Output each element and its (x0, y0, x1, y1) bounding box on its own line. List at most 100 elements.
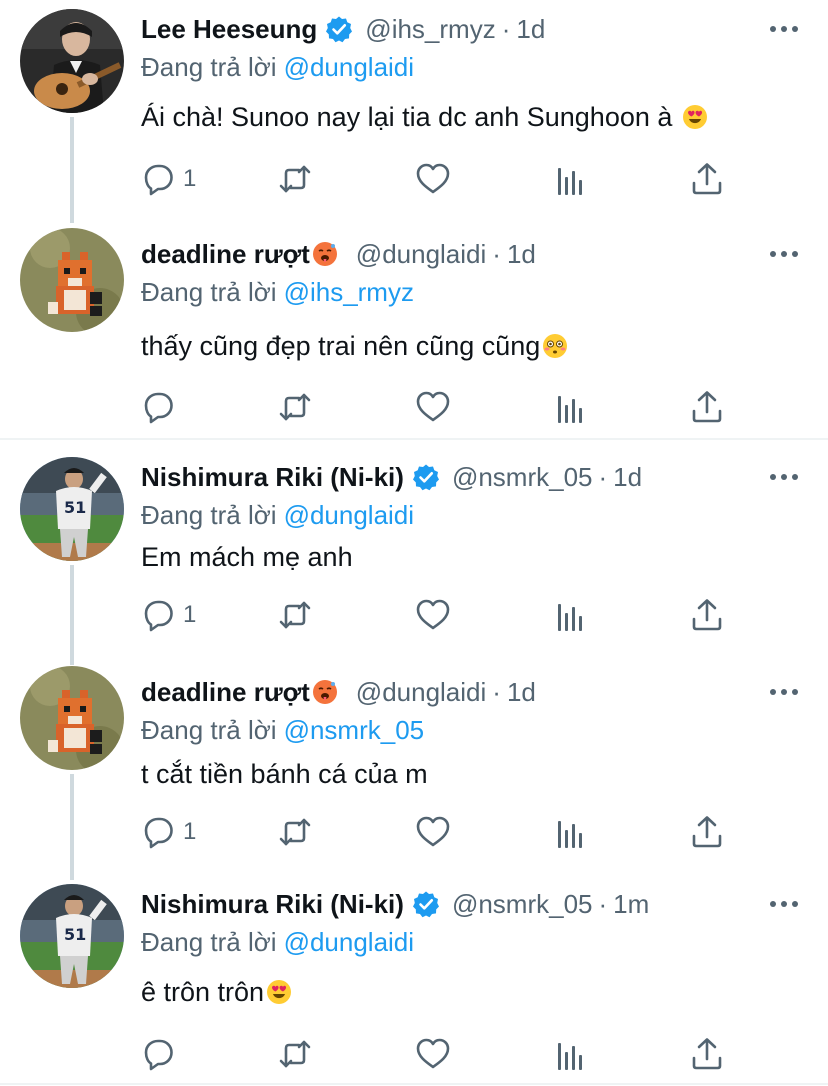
mention-link[interactable]: @dunglaidi (284, 500, 414, 531)
mention-link[interactable]: @dunglaidi (284, 52, 414, 83)
like-button[interactable] (415, 812, 451, 852)
share-button[interactable] (689, 159, 725, 199)
tweet[interactable]: Nishimura Riki (Ni-ki) @nsmrk_05 · 1d Đa… (0, 457, 828, 667)
tweet-actions (0, 387, 828, 427)
replying-label: Đang trả lời (141, 499, 277, 530)
reply-button[interactable] (141, 1034, 183, 1074)
verified-badge-icon (411, 890, 440, 918)
tweet[interactable]: Lee Heeseung @ihs_rmyz · 1d Đang trả lời… (0, 9, 828, 224)
tweet-body: thấy cũng đẹp trai nên cũng cũng (141, 330, 541, 361)
mention-link[interactable]: @dunglaidi (284, 927, 414, 958)
reply-button[interactable] (141, 387, 183, 427)
analytics-button[interactable] (554, 812, 590, 852)
avatar[interactable] (20, 666, 124, 770)
user-handle[interactable]: @nsmrk_05 (452, 462, 593, 493)
mention-link[interactable]: @ihs_rmyz (284, 277, 414, 308)
tweet-actions (0, 1034, 828, 1074)
bar-chart-icon (558, 821, 582, 848)
analytics-button[interactable] (554, 1034, 590, 1074)
heart-icon (416, 816, 450, 847)
timestamp[interactable]: 1m (613, 889, 649, 920)
retweet-button[interactable] (277, 387, 313, 427)
verified-badge-icon (325, 15, 354, 43)
bar-chart-icon (558, 396, 582, 423)
avatar[interactable] (20, 228, 124, 332)
tweet-body: t cắt tiền bánh cá của m (141, 758, 428, 789)
more-options-icon[interactable] (770, 680, 798, 704)
tweet[interactable]: deadline rượt @dunglaidi · 1d Đang trả l… (0, 228, 828, 439)
retweet-button[interactable] (277, 595, 313, 635)
display-name[interactable]: deadline rượt (141, 677, 310, 708)
timestamp[interactable]: 1d (507, 677, 536, 708)
avatar[interactable] (20, 9, 124, 113)
mention-link[interactable]: @nsmrk_05 (284, 715, 425, 746)
reply-icon (144, 600, 173, 632)
user-handle[interactable]: @nsmrk_05 (452, 889, 593, 920)
tweet-text: Ái chà! Sunoo nay lại tia dc anh Sunghoo… (141, 97, 708, 137)
share-icon (692, 391, 722, 423)
replying-label: Đang trả lời (141, 714, 277, 745)
timestamp[interactable]: 1d (613, 462, 642, 493)
bar-chart-icon (558, 168, 582, 195)
user-handle[interactable]: @ihs_rmyz (365, 14, 495, 45)
more-options-icon[interactable] (770, 242, 798, 266)
analytics-button[interactable] (554, 159, 590, 199)
share-button[interactable] (689, 1034, 725, 1074)
reply-button[interactable]: 1 (141, 812, 196, 852)
retweet-icon (279, 393, 311, 421)
separator-dot: · (492, 238, 501, 269)
share-button[interactable] (689, 595, 725, 635)
more-options-icon[interactable] (770, 892, 798, 916)
retweet-button[interactable] (277, 812, 313, 852)
display-name[interactable]: deadline rượt (141, 239, 310, 270)
share-button[interactable] (689, 387, 725, 427)
conversation-divider (0, 438, 828, 440)
heart-icon (416, 391, 450, 422)
tweet-header: Nishimura Riki (Ni-ki) @nsmrk_05 · 1d (141, 457, 642, 497)
tweet-body: Em mách mẹ anh (141, 541, 353, 572)
tweet-text: t cắt tiền bánh cá của m (141, 754, 428, 794)
retweet-button[interactable] (277, 1034, 313, 1074)
more-options-icon[interactable] (770, 17, 798, 41)
bottom-divider (0, 1083, 828, 1085)
display-name[interactable]: Nishimura Riki (Ni-ki) (141, 889, 404, 920)
flushed-face-emoji-icon (542, 333, 568, 359)
tweet[interactable]: deadline rượt @dunglaidi · 1d Đang trả l… (0, 666, 828, 882)
like-button[interactable] (415, 159, 451, 199)
share-button[interactable] (689, 812, 725, 852)
share-icon (692, 816, 722, 848)
avatar[interactable] (20, 457, 124, 561)
analytics-button[interactable] (554, 595, 590, 635)
tweet-header: deadline rượt @dunglaidi · 1d (141, 234, 536, 274)
more-options-icon[interactable] (770, 465, 798, 489)
retweet-icon (279, 818, 311, 846)
avatar[interactable] (20, 884, 124, 988)
heart-icon (416, 163, 450, 194)
like-button[interactable] (415, 595, 451, 635)
separator-dot: · (492, 676, 501, 707)
analytics-button[interactable] (554, 387, 590, 427)
user-handle[interactable]: @dunglaidi (356, 677, 486, 708)
timestamp[interactable]: 1d (516, 14, 545, 45)
separator-dot: · (501, 13, 511, 44)
tweet-body: Ái chà! Sunoo nay lại tia dc anh Sunghoo… (141, 101, 673, 132)
reply-button[interactable]: 1 (141, 159, 196, 199)
display-name[interactable]: Nishimura Riki (Ni-ki) (141, 462, 404, 493)
replying-label: Đang trả lời (141, 926, 277, 957)
tweet[interactable]: Nishimura Riki (Ni-ki) @nsmrk_05 · 1m Đa… (0, 884, 828, 1084)
tweet-header: Lee Heeseung @ihs_rmyz · 1d (141, 9, 545, 49)
heart-eyes-emoji-icon (682, 104, 708, 130)
timestamp[interactable]: 1d (507, 239, 536, 270)
reply-button[interactable]: 1 (141, 595, 196, 635)
tweet-text: Em mách mẹ anh (141, 537, 353, 577)
retweet-icon (279, 601, 311, 629)
like-button[interactable] (415, 387, 451, 427)
user-handle[interactable]: @dunglaidi (356, 239, 486, 270)
retweet-button[interactable] (277, 159, 313, 199)
like-button[interactable] (415, 1034, 451, 1074)
display-name[interactable]: Lee Heeseung (141, 14, 317, 45)
replying-to: Đang trả lời @dunglaidi (141, 497, 414, 533)
tweet-header: Nishimura Riki (Ni-ki) @nsmrk_05 · 1m (141, 884, 649, 924)
reply-count: 1 (183, 601, 197, 628)
share-icon (692, 163, 722, 195)
